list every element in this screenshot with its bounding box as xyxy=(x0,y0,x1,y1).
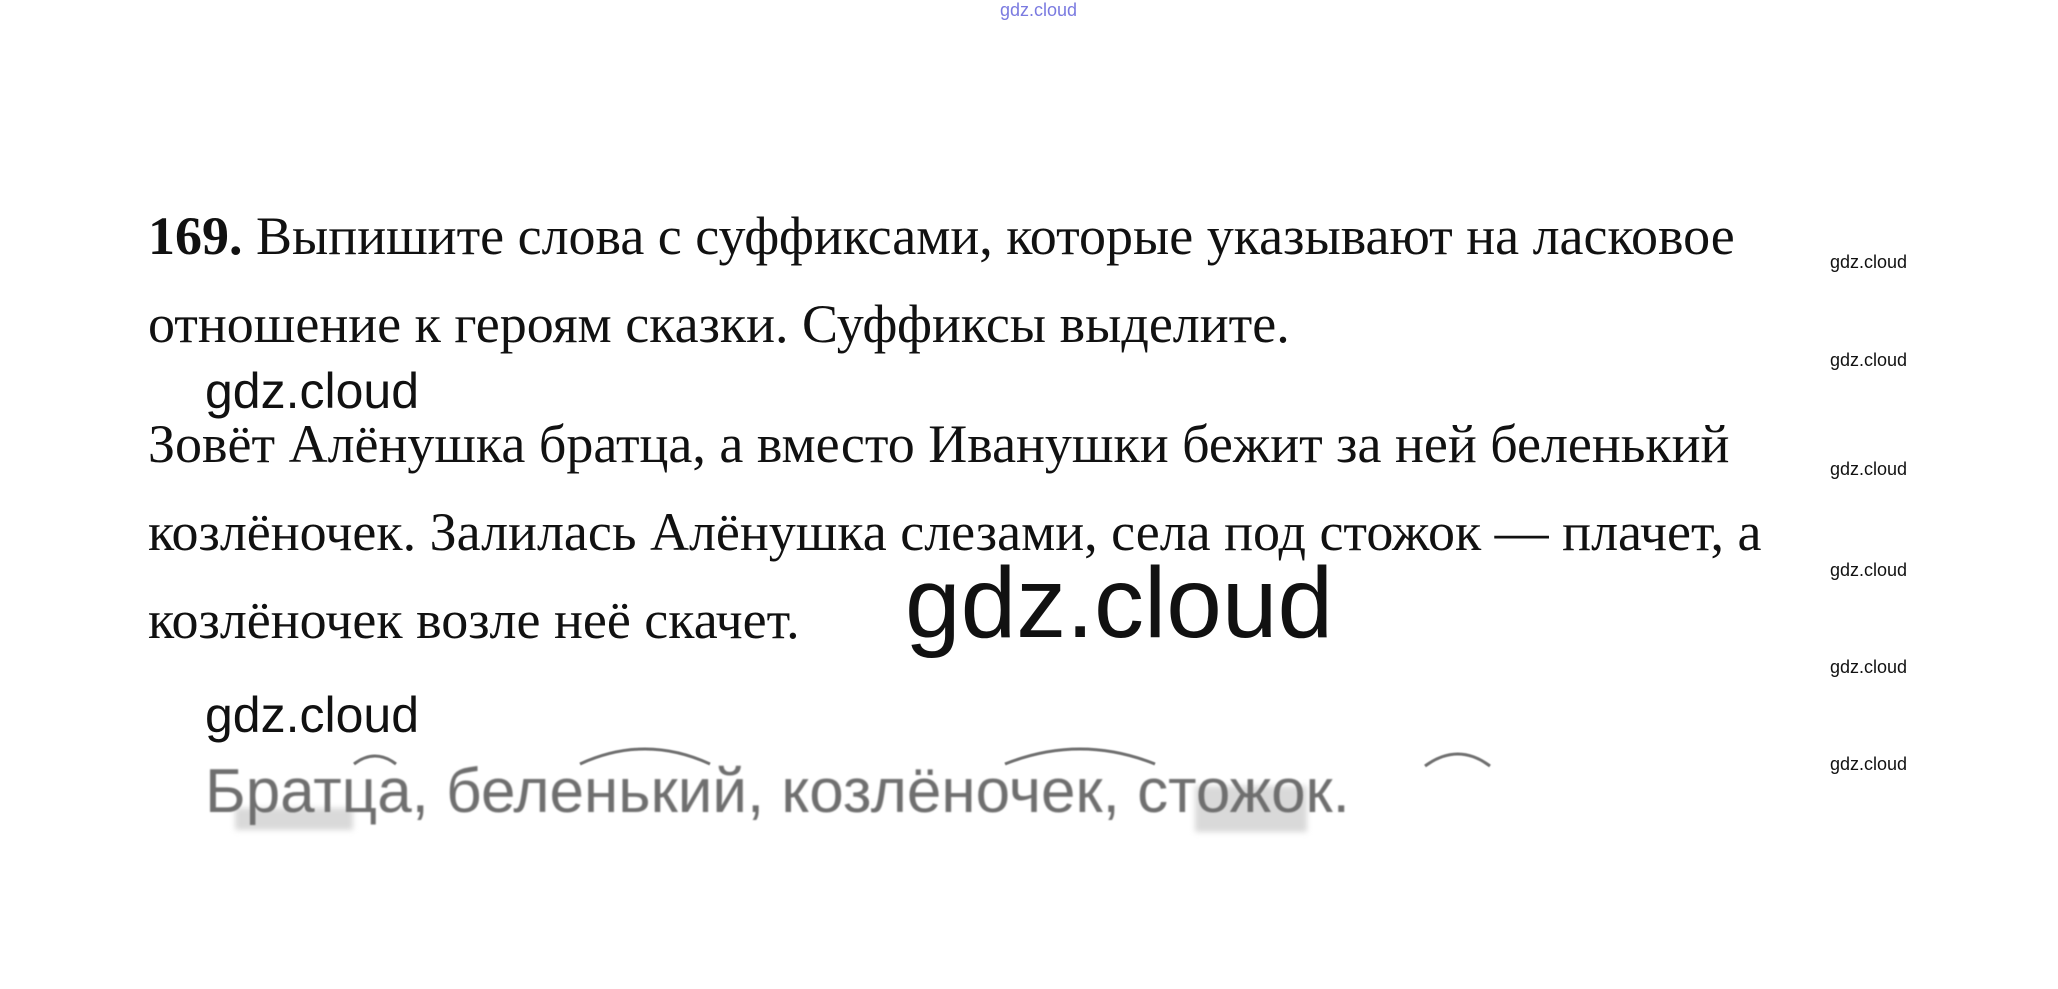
story-line-3: козлёночек возле неё скачет. xyxy=(148,590,800,650)
watermark-top: gdz.cloud xyxy=(1000,0,1078,20)
task-text-1: Выпишите слова с суффиксами, которые ука… xyxy=(256,206,1735,266)
task-number: 169. xyxy=(148,206,243,266)
task-line-1: 169. Выпишите слова с суффиксами, которы… xyxy=(148,206,1735,266)
task-line-2: отношение к героям сказки. Суффиксы выде… xyxy=(148,294,1290,354)
watermark-small: gdz.cloud xyxy=(1830,459,1908,479)
answer-text: Братца, беленький, козлёночек, стожок. xyxy=(205,757,1350,826)
watermark-small: gdz.cloud xyxy=(1830,657,1908,677)
watermark-medium: gdz.cloud xyxy=(205,363,420,419)
story-line-1: Зовёт Алёнушка братца, а вместо Иванушки… xyxy=(148,414,1730,474)
suffix-arc xyxy=(1424,752,1491,768)
watermark-small: gdz.cloud xyxy=(1830,350,1908,370)
watermark-small: gdz.cloud xyxy=(1830,754,1908,774)
watermark-large: gdz.cloud xyxy=(905,547,1334,659)
watermark-small: gdz.cloud xyxy=(1830,252,1908,272)
watermark-small: gdz.cloud xyxy=(1830,560,1908,580)
